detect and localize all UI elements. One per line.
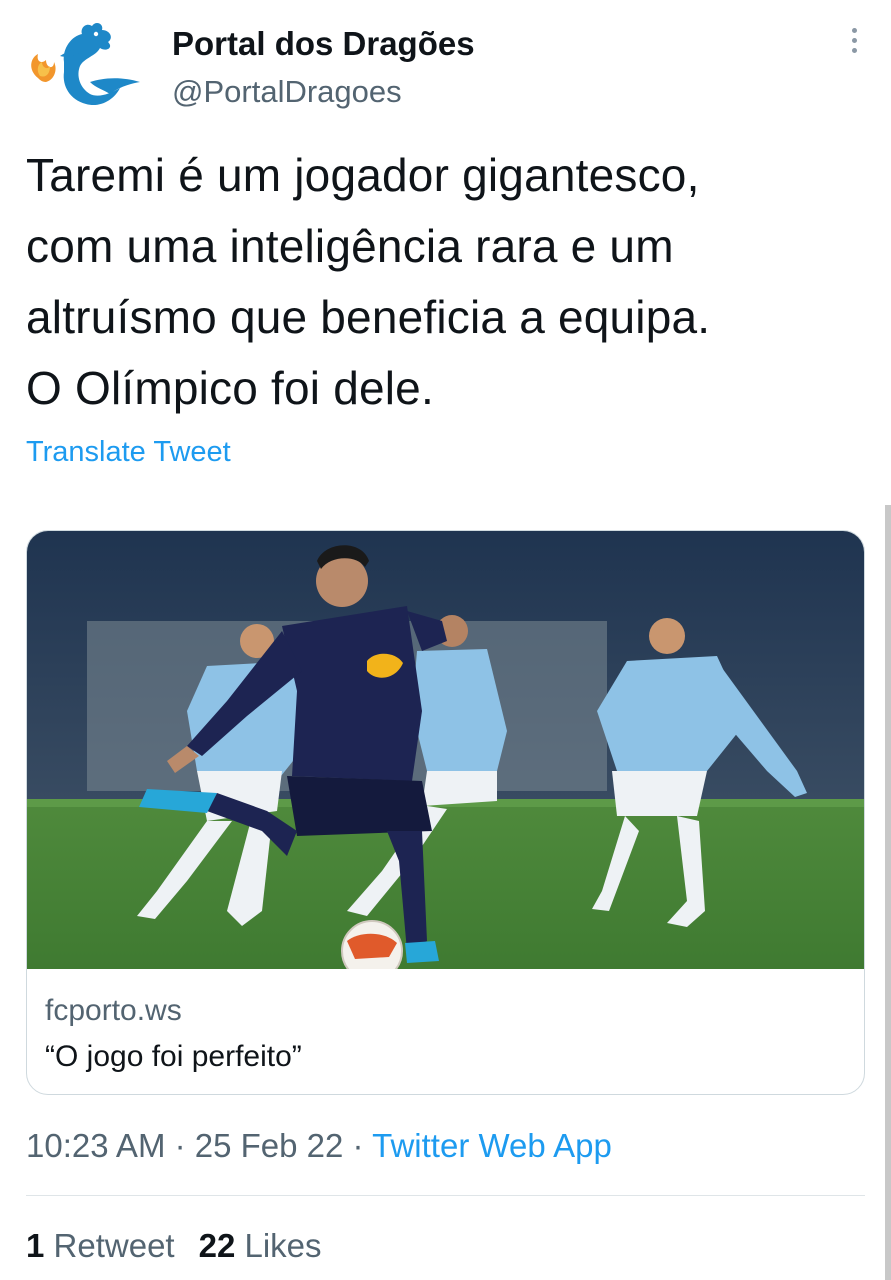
tweet-line: altruísmo que beneficia a equipa.	[26, 291, 711, 343]
likes-count: 22	[198, 1227, 236, 1264]
likes-label: Likes	[235, 1227, 322, 1264]
divider	[26, 1195, 865, 1196]
author-names: Portal dos Dragões @PortalDragoes	[172, 24, 475, 114]
tweet-line: Taremi é um jogador gigantesco,	[26, 149, 700, 201]
translate-tweet-link[interactable]: Translate Tweet	[26, 432, 231, 472]
author-display-name[interactable]: Portal dos Dragões	[172, 24, 475, 64]
tweet-date[interactable]: 25 Feb 22	[195, 1127, 344, 1164]
meta-separator: ·	[343, 1127, 373, 1164]
meta-separator: ·	[165, 1127, 195, 1164]
retweets-count: 1	[26, 1227, 45, 1264]
tweet-line: O Olímpico foi dele.	[26, 362, 434, 414]
tweet-stats: 1 Retweet 22 Likes	[26, 1224, 322, 1268]
more-options-icon[interactable]	[849, 28, 859, 62]
tweet-time[interactable]: 10:23 AM	[26, 1127, 165, 1164]
card-title: “O jogo foi perfeito”	[45, 1040, 302, 1073]
card-photo-icon	[27, 531, 864, 969]
tweet-line: com uma inteligência rara e um	[26, 220, 674, 272]
source-app-link[interactable]: Twitter Web App	[372, 1127, 612, 1164]
tweet-metadata: 10:23 AM · 25 Feb 22 · Twitter Web App	[26, 1124, 612, 1168]
retweets-stat[interactable]: 1 Retweet	[26, 1227, 175, 1264]
dragon-logo-icon[interactable]	[24, 18, 144, 118]
scrollbar[interactable]	[885, 505, 891, 1280]
link-preview-card[interactable]: fcporto.ws “O jogo foi perfeito”	[26, 530, 865, 1095]
tweet-text: Taremi é um jogador gigantesco, com uma …	[26, 140, 866, 424]
likes-stat[interactable]: 22 Likes	[199, 1227, 322, 1264]
retweets-label: Retweet	[44, 1227, 175, 1264]
card-domain: fcporto.ws	[45, 994, 182, 1027]
author-handle[interactable]: @PortalDragoes	[172, 70, 475, 114]
tweet-header: Portal dos Dragões @PortalDragoes	[24, 14, 867, 124]
